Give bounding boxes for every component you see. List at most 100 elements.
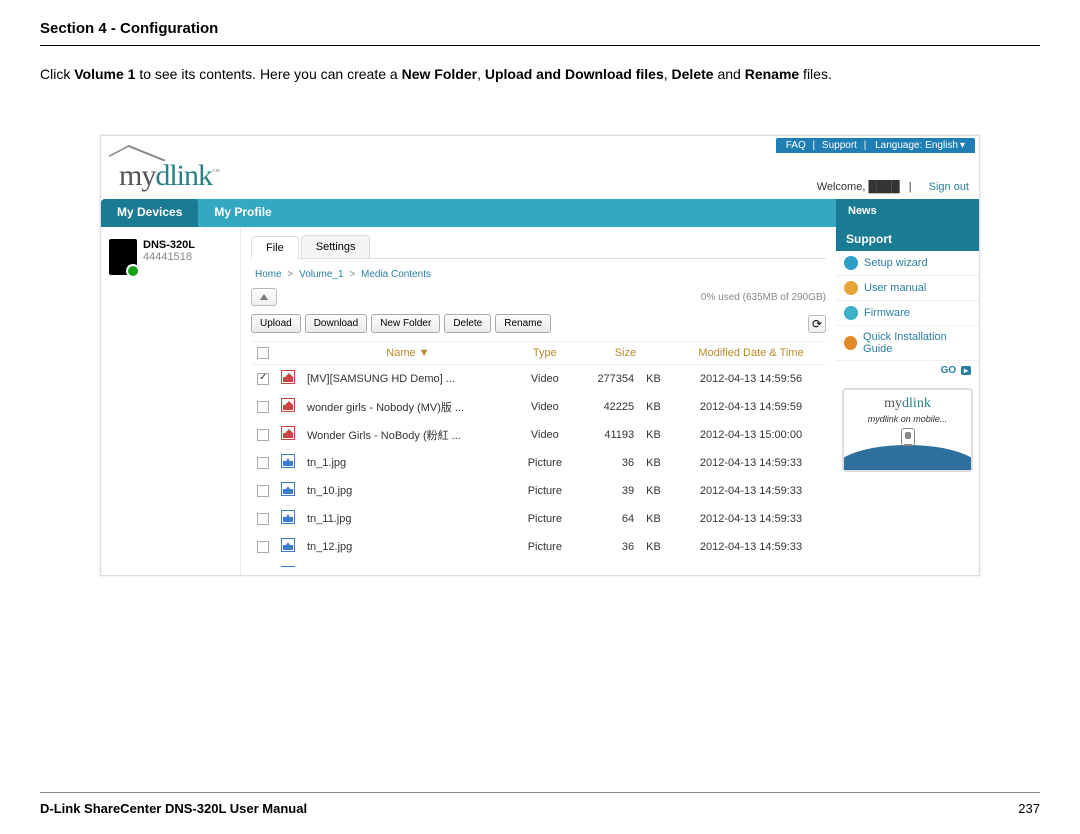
row-checkbox[interactable] [257, 541, 269, 553]
support-label: User manual [864, 282, 926, 294]
table-row[interactable]: tn_12.jpgPicture36KB2012-04-13 14:59:33 [251, 533, 826, 561]
welcome-user: ████ [868, 181, 899, 193]
mydlink-logo: mydlink™ [119, 159, 219, 193]
file-date: 2012-04-13 14:59:59 [676, 393, 826, 421]
file-name: tn_1.jpg [301, 449, 515, 477]
col-type[interactable]: Type [515, 342, 575, 365]
file-name: Wonder Girls - NoBody (粉紅 ... [301, 421, 515, 449]
table-row[interactable]: Wonder Girls - NoBody (粉紅 ...Video41193K… [251, 421, 826, 449]
welcome-text: Welcome, ████ | Sign out [817, 181, 969, 193]
file-size: 36 [575, 533, 640, 561]
refresh-button[interactable]: ⟳ [808, 315, 826, 333]
file-size: 64 [575, 505, 640, 533]
table-row[interactable]: tn_11.jpgPicture64KB2012-04-13 14:59:33 [251, 505, 826, 533]
delete-button[interactable]: Delete [444, 314, 491, 333]
app-screenshot: FAQ | Support | Language: English▾ mydli… [100, 135, 980, 576]
device-name: DNS-320L [143, 239, 195, 251]
file-size: 41193 [575, 421, 640, 449]
file-type: Video [515, 365, 575, 393]
col-date[interactable]: Modified Date & Time [676, 342, 826, 365]
intro-text: , [664, 66, 672, 82]
file-name: tn_11.jpg [301, 505, 515, 533]
support-item[interactable]: Quick Installation Guide [836, 326, 979, 361]
usage-text: 0% used (635MB of 290GB) [701, 292, 826, 303]
file-type: Video [515, 421, 575, 449]
support-label: Firmware [864, 307, 910, 319]
tab-my-profile[interactable]: My Profile [198, 199, 287, 227]
row-checkbox[interactable] [257, 457, 269, 469]
language-dropdown[interactable]: Language: English▾ [873, 140, 965, 151]
device-list: DNS-320L 44441518 [101, 227, 241, 575]
download-button[interactable]: Download [305, 314, 367, 333]
support-item[interactable]: Setup wizard [836, 251, 979, 276]
bc-home[interactable]: Home [255, 269, 282, 280]
video-icon [281, 398, 295, 412]
picture-icon [281, 482, 295, 496]
intro-text: to see its contents. Here you can create… [135, 66, 401, 82]
picture-icon [281, 538, 295, 552]
support-icon [844, 306, 858, 320]
table-row[interactable]: tn_1.jpgPicture36KB2012-04-13 14:59:33 [251, 449, 826, 477]
size-unit: KB [640, 421, 676, 449]
table-row[interactable]: [MV][SAMSUNG HD Demo] ...Video277354KB20… [251, 365, 826, 393]
row-checkbox[interactable] [257, 429, 269, 441]
file-size: 36 [575, 449, 640, 477]
new-folder-button[interactable]: New Folder [371, 314, 440, 333]
up-button[interactable] [251, 288, 277, 306]
tab-news[interactable]: News [836, 199, 979, 227]
file-date: 2012-04-13 14:59:33 [676, 449, 826, 477]
select-all-checkbox[interactable] [257, 347, 269, 359]
file-table: Name ▼ Type Size Modified Date & Time [M… [251, 341, 826, 567]
size-unit: KB [640, 561, 676, 567]
size-unit: KB [640, 505, 676, 533]
page-intro: Click Volume 1 to see its contents. Here… [0, 46, 1080, 85]
support-item[interactable]: Firmware [836, 301, 979, 326]
intro-text: Click [40, 66, 74, 82]
support-label: Quick Installation Guide [863, 331, 971, 355]
picture-icon [281, 454, 295, 468]
logo-dlink: dlink [155, 159, 212, 192]
support-link[interactable]: Support [822, 140, 857, 151]
bc-volume[interactable]: Volume_1 [299, 269, 343, 280]
row-checkbox[interactable] [257, 513, 269, 525]
tab-my-devices[interactable]: My Devices [101, 199, 198, 227]
footer-left: D-Link ShareCenter DNS-320L User Manual [40, 801, 307, 816]
file-type: Video [515, 393, 575, 421]
file-date: 2012-04-13 14:59:33 [676, 505, 826, 533]
table-row[interactable]: tn_2.jpgPicture36KB2012-04-13 14:59:33 [251, 561, 826, 567]
size-unit: KB [640, 477, 676, 505]
col-name[interactable]: Name ▼ [301, 342, 515, 365]
intro-text: files. [799, 66, 832, 82]
row-checkbox[interactable] [257, 485, 269, 497]
signout-link[interactable]: Sign out [929, 181, 969, 193]
file-size: 39 [575, 477, 640, 505]
intro-text: , [477, 66, 485, 82]
camera-icon [901, 428, 915, 446]
picture-icon [281, 566, 295, 567]
go-link[interactable]: GO ▸ [836, 361, 979, 380]
faq-link[interactable]: FAQ [786, 140, 806, 151]
table-row[interactable]: tn_10.jpgPicture39KB2012-04-13 14:59:33 [251, 477, 826, 505]
file-type: Picture [515, 505, 575, 533]
intro-b1: Volume 1 [74, 66, 135, 82]
rename-button[interactable]: Rename [495, 314, 551, 333]
lang-strip: FAQ | Support | Language: English▾ [776, 138, 975, 153]
row-checkbox[interactable] [257, 373, 269, 385]
fp-tab-settings[interactable]: Settings [301, 235, 371, 258]
table-row[interactable]: wonder girls - Nobody (MV)版 ...Video4222… [251, 393, 826, 421]
bc-media[interactable]: Media Contents [361, 269, 431, 280]
row-checkbox[interactable] [257, 401, 269, 413]
file-size: 36 [575, 561, 640, 567]
file-type: Picture [515, 533, 575, 561]
file-name: tn_2.jpg [301, 561, 515, 567]
support-label: Setup wizard [864, 257, 928, 269]
upload-button[interactable]: Upload [251, 314, 301, 333]
fp-tab-file[interactable]: File [251, 236, 299, 259]
device-item[interactable]: DNS-320L 44441518 [109, 239, 232, 275]
intro-b2: New Folder [402, 66, 477, 82]
size-unit: KB [640, 449, 676, 477]
file-name: tn_12.jpg [301, 533, 515, 561]
video-icon [281, 426, 295, 440]
col-size[interactable]: Size [575, 342, 676, 365]
support-item[interactable]: User manual [836, 276, 979, 301]
